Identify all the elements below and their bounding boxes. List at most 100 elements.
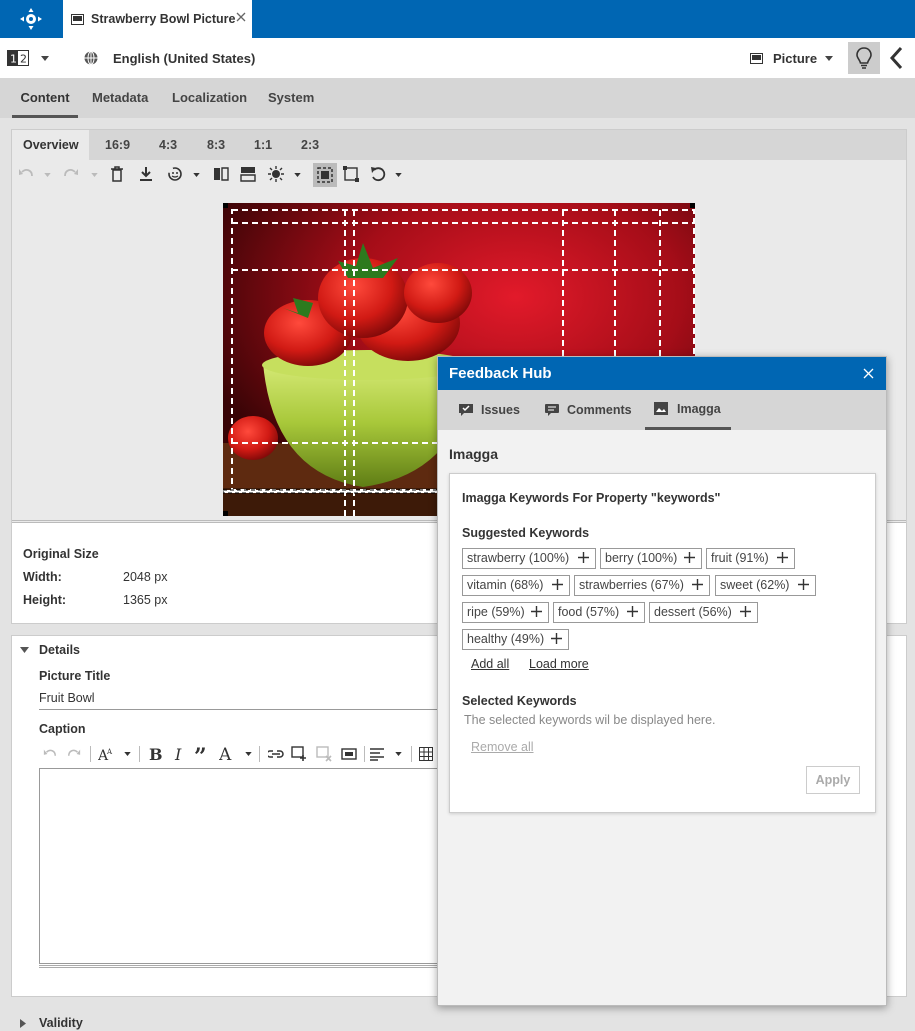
tab-imagga-label: Imagga (677, 401, 721, 416)
undo-icon[interactable] (18, 166, 34, 182)
tab-16-9[interactable]: 16:9 (105, 130, 130, 160)
tab-issues[interactable]: Issues (459, 390, 520, 430)
close-icon[interactable] (863, 368, 874, 379)
keyword-chip[interactable]: strawberry (100%) (462, 548, 596, 569)
chevron-down-icon[interactable] (91, 173, 98, 177)
home-button[interactable] (0, 0, 62, 38)
top-bar: Strawberry Bowl Picture (0, 0, 915, 38)
tab-system[interactable]: System (268, 78, 314, 118)
feedback-hub-toggle[interactable] (848, 42, 880, 74)
download-icon[interactable] (139, 166, 153, 182)
document-tab[interactable]: Strawberry Bowl Picture (63, 0, 252, 38)
brightness-icon[interactable] (268, 166, 284, 182)
tab-2-3[interactable]: 2:3 (301, 130, 319, 160)
keyword-chip[interactable]: sweet (62%) (715, 575, 816, 596)
chevron-down-icon[interactable] (294, 173, 301, 177)
keyword-chip[interactable]: strawberries (67%) (574, 575, 710, 596)
image-toolbar (12, 160, 906, 190)
font-style-icon[interactable]: A (219, 746, 235, 762)
keyword-chip[interactable]: fruit (91%) (706, 548, 795, 569)
selected-keywords-placeholder: The selected keywords wil be displayed h… (464, 713, 716, 727)
chevron-down-icon[interactable] (395, 173, 402, 177)
lightbulb-icon (856, 47, 872, 69)
chevron-down-icon (41, 55, 49, 61)
selected-keywords-label: Selected Keywords (462, 694, 577, 708)
chevron-left-icon (889, 46, 903, 70)
tab-overview[interactable]: Overview (12, 130, 89, 160)
tab-imagga[interactable]: Imagga (645, 390, 731, 430)
tab-issues-label: Issues (481, 403, 520, 417)
table-icon[interactable] (419, 747, 433, 761)
view-split-button[interactable]: 12 (7, 38, 49, 78)
align-icon[interactable] (369, 747, 385, 761)
keyword-chip[interactable]: healthy (49%) (462, 629, 569, 650)
svg-text:A: A (106, 748, 113, 756)
rotate-icon[interactable] (370, 166, 386, 182)
remove-all-link[interactable]: Remove all (471, 740, 534, 754)
height-label: Height: (23, 593, 67, 607)
suggested-keywords-label: Suggested Keywords (462, 526, 590, 540)
keyword-chip[interactable]: dessert (56%) (649, 602, 758, 623)
face-detect-icon[interactable] (167, 166, 183, 182)
close-icon[interactable] (236, 12, 246, 22)
plus-icon (798, 579, 809, 590)
redo-icon[interactable] (67, 747, 81, 761)
italic-icon[interactable]: I (174, 746, 186, 762)
chevron-down-icon[interactable] (124, 752, 131, 756)
svg-text:A: A (219, 746, 232, 762)
embed-media-icon[interactable] (341, 747, 357, 761)
tab-comments[interactable]: Comments (545, 390, 632, 430)
insert-link-icon[interactable] (268, 747, 284, 761)
keyword-label: healthy (49%) (467, 632, 545, 646)
flip-horizontal-icon[interactable] (213, 166, 229, 182)
keyword-chip[interactable]: berry (100%) (600, 548, 702, 569)
locale-selector[interactable]: English (United States) (84, 38, 255, 78)
plus-icon (740, 606, 751, 617)
plus-icon (777, 552, 788, 563)
tab-metadata[interactable]: Metadata (92, 78, 148, 118)
validity-toggle[interactable]: Validity (20, 1016, 83, 1030)
tab-localization[interactable]: Localization (172, 78, 247, 118)
chevron-down-icon[interactable] (245, 752, 252, 756)
bold-icon[interactable]: B (148, 746, 162, 762)
remove-link-icon[interactable] (316, 746, 332, 762)
font-size-icon[interactable]: AA (98, 746, 114, 762)
redo-icon[interactable] (63, 166, 79, 182)
chevron-down-icon[interactable] (193, 173, 200, 177)
tab-content[interactable]: Content (12, 78, 78, 118)
crop-icon (317, 167, 333, 183)
flip-vertical-icon[interactable] (240, 166, 256, 182)
blockquote-icon[interactable]: ” (194, 746, 210, 762)
tab-1-1[interactable]: 1:1 (254, 130, 272, 160)
picture-title-field[interactable]: Fruit Bowl (39, 691, 439, 710)
undo-icon[interactable] (43, 747, 57, 761)
chevron-down-icon[interactable] (44, 173, 51, 177)
load-more-link[interactable]: Load more (529, 657, 589, 671)
details-toggle[interactable]: Details (20, 643, 80, 657)
tab-4-3[interactable]: 4:3 (159, 130, 177, 160)
trash-icon[interactable] (110, 166, 124, 182)
imagga-icon (654, 402, 668, 415)
resize-icon[interactable] (343, 166, 359, 182)
keyword-chip[interactable]: vitamin (68%) (462, 575, 570, 596)
caption-textarea[interactable] (39, 768, 439, 964)
apply-button[interactable]: Apply (806, 766, 860, 794)
keyword-chip[interactable]: ripe (59%) (462, 602, 549, 623)
insert-image-link-icon[interactable] (291, 746, 307, 762)
chevron-down-icon[interactable] (395, 752, 402, 756)
crop-tool-button[interactable] (313, 163, 337, 187)
plus-icon (578, 552, 589, 563)
add-all-link[interactable]: Add all (471, 657, 509, 671)
tab-8-3[interactable]: 8:3 (207, 130, 225, 160)
plus-icon (531, 606, 542, 617)
collapse-button[interactable] (888, 46, 908, 70)
keyword-label: vitamin (68%) (467, 578, 544, 592)
keyword-label: strawberry (100%) (467, 551, 570, 565)
type-selector[interactable]: Picture (750, 38, 834, 78)
imagga-keyword-panel: Imagga Keywords For Property "keywords" … (449, 473, 876, 813)
svg-text:2: 2 (20, 53, 27, 66)
original-size-title: Original Size (23, 547, 99, 561)
keyword-label: strawberries (67%) (579, 578, 684, 592)
plus-icon (551, 633, 562, 644)
keyword-chip[interactable]: food (57%) (553, 602, 645, 623)
